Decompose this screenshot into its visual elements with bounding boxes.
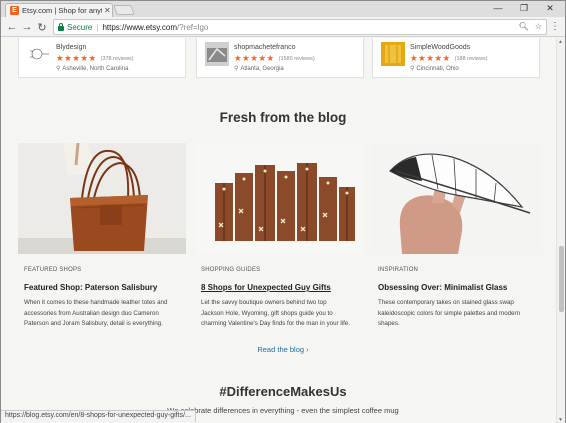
location-pin-icon: ⚲ [234,66,239,72]
review-count: (378 reviews) [100,55,134,62]
shop-name[interactable]: Blydesign [56,44,86,51]
shop-rating: ★★★★★ (1580 reviews) [234,53,315,64]
shop-card[interactable]: shopmachetefranco ★★★★★ (1580 reviews) ⚲… [196,38,364,78]
blog-category: INSPIRATION [378,267,419,273]
description-line: shapes. [378,320,400,327]
url-path: /?ref=lgo [176,22,209,32]
shop-name[interactable]: SimpleWoodGoods [410,44,470,51]
shop-rating: ★★★★★ (188 reviews) [410,53,488,64]
vertical-scrollbar[interactable]: ▲ ▼ [556,38,565,423]
shop-card[interactable]: SimpleWoodGoods ★★★★★ (188 reviews) ⚲ Cin… [372,38,540,78]
location-pin-icon: ⚲ [410,66,415,72]
blog-post-title[interactable]: 8 Shops for Unexpected Guy Gifts [201,283,331,292]
location-pin-icon: ⚲ [56,66,61,72]
back-arrow-icon[interactable]: ← [5,20,19,34]
page-content: Blydesign ★★★★★ (378 reviews) ⚲ Asheville… [1,38,565,423]
tab-title: Etsy.com | Shop for anyth [22,6,102,15]
shop-location-text: Cincinnati, Ohio [416,66,459,72]
shop-location: ⚲ Cincinnati, Ohio [410,65,459,72]
review-count: (1580 reviews) [278,55,315,62]
shop-card[interactable]: Blydesign ★★★★★ (378 reviews) ⚲ Asheville… [18,38,186,78]
description-line: accessories from Australian design duo C… [24,309,159,317]
tab-strip: E Etsy.com | Shop for anyth ✕ — ❐ ✕ [1,1,565,17]
minimize-button[interactable]: — [487,1,509,15]
blog-category: SHOPPING GUIDES [201,267,261,273]
blog-post-description: These contemporary takes on stained glas… [378,298,540,330]
shop-location: ⚲ Asheville, North Carolina [56,65,128,72]
maximize-button[interactable]: ❐ [513,1,535,15]
description-line: These contemporary takes on stained glas… [378,299,514,306]
bookmark-star-icon[interactable]: ☆ [535,22,542,31]
url-host: https://www.etsy.com [102,22,177,32]
reload-icon[interactable]: ↻ [35,20,49,34]
browser-tab-etsy[interactable]: E Etsy.com | Shop for anyth ✕ [5,3,113,17]
description-line: When it comes to these handmade leather … [24,299,168,306]
shop-avatar [381,42,405,66]
etsy-favicon-icon: E [10,6,19,15]
scroll-down-arrow-icon[interactable]: ▼ [558,417,563,423]
shop-location: ⚲ Atlanta, Georgia [234,65,284,72]
close-window-button[interactable]: ✕ [539,1,561,15]
shop-location-text: Atlanta, Georgia [240,66,284,72]
scroll-up-arrow-icon[interactable]: ▲ [558,39,563,45]
status-bar-url: https://blog.etsy.com/en/8-shops-for-une… [1,410,196,422]
new-tab-button[interactable] [113,5,135,15]
description-line: charming Valentine's Day finds for the m… [201,320,350,327]
zoom-search-icon[interactable]: 🔍︎ [519,22,529,31]
star-rating-icon: ★★★★★ [56,53,97,63]
star-rating-icon: ★★★★★ [410,53,451,63]
blog-image-glass-feather[interactable] [372,143,540,254]
browser-window: E Etsy.com | Shop for anyth ✕ — ❐ ✕ ← → … [0,0,566,423]
address-bar[interactable]: Secure | https://www.etsy.com /?ref=lgo … [53,19,547,35]
blog-post-title[interactable]: Featured Shop: Paterson Salisbury [24,283,157,292]
forward-arrow-icon[interactable]: → [20,20,34,34]
blog-category: FEATURED SHOPS [24,267,82,273]
blog-section-heading: Fresh from the blog [219,110,347,125]
blog-image-wooden-tags[interactable] [195,143,363,254]
shop-avatar [27,42,51,66]
shop-name[interactable]: shopmachetefranco [234,44,295,51]
browser-toolbar: ← → ↻ Secure | https://www.etsy.com /?re… [1,17,565,37]
review-count: (188 reviews) [454,55,488,62]
shop-rating: ★★★★★ (378 reviews) [56,53,134,64]
description-line: kaleidoscopic colors for simple palettes… [378,309,521,317]
description-line: Jackson Hole, Wyoming, gift shops guide … [201,309,333,317]
read-the-blog-link[interactable]: Read the blog › [1,345,565,354]
address-separator: | [96,22,99,32]
secure-label: Secure [67,22,93,32]
shop-location-text: Asheville, North Carolina [62,66,129,72]
star-rating-icon: ★★★★★ [234,53,275,63]
blog-post-title[interactable]: Obsessing Over: Minimalist Glass [378,283,507,292]
lock-icon [58,22,64,31]
shop-avatar [205,42,229,66]
tab-close-icon[interactable]: ✕ [104,6,111,15]
description-line: Paterson and Joram Salisbury, detail is … [24,320,163,327]
browser-menu-icon[interactable]: ⋮ [550,21,560,32]
description-line: Let the savvy boutique owners behind two… [201,299,327,306]
blog-post-description: When it comes to these handmade leather … [24,298,184,330]
blog-image-leather-bag[interactable] [18,143,186,254]
blog-post-description: Let the savvy boutique owners behind two… [201,298,363,330]
scrollbar-thumb[interactable] [559,246,564,312]
difference-heading: #DifferenceMakesUs [219,384,347,399]
